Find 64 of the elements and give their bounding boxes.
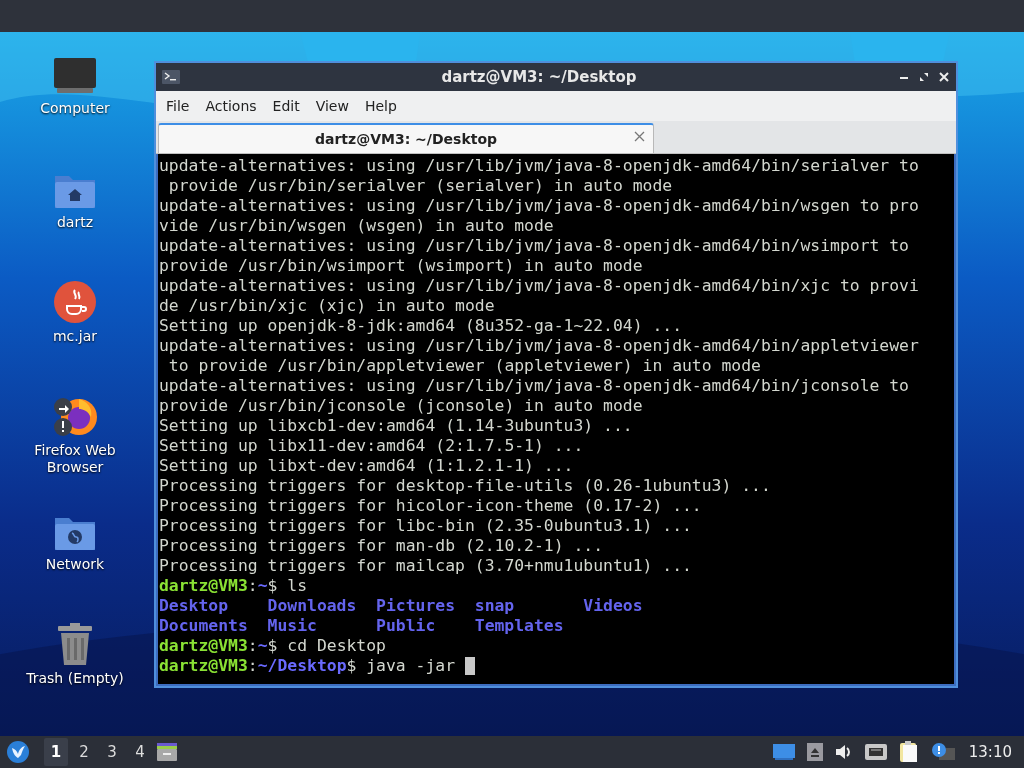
close-tab-icon[interactable] <box>634 131 645 142</box>
terminal-icon <box>162 70 180 84</box>
terminal-line: update-alternatives: using /usr/lib/jvm/java-8-openjdk-amd64/bin/jconsole to <box>159 376 909 396</box>
directory-name: Downloads <box>267 596 357 615</box>
terminal-line: update-alternatives: using /usr/lib/jvm/java-8-openjdk-amd64/bin/xjc to provi <box>159 276 919 296</box>
terminal-line: Processing triggers for libc-bin (2.35-0ubuntu3.1) ... <box>159 516 692 536</box>
terminal-line: dartz@VM3:~$ cd Desktop <box>159 636 386 656</box>
ethernet-icon[interactable] <box>864 744 887 760</box>
eject-icon[interactable] <box>806 743 823 761</box>
speaker-icon[interactable] <box>834 744 853 760</box>
directory-name: Templates <box>474 616 564 635</box>
menu-item[interactable]: File <box>160 95 196 117</box>
directory-name: Videos <box>583 596 643 615</box>
desktop-icon-label[interactable]: dartz <box>20 214 130 231</box>
close-icon[interactable] <box>938 71 950 83</box>
terminal-line: to provide /usr/bin/appletviewer (appletviewer) in auto mode <box>167 356 761 376</box>
java-cup-icon <box>53 280 97 324</box>
terminal-line: provide /usr/bin/serialver (serialver) in auto mode <box>167 176 673 196</box>
terminal-line: provide /usr/bin/jconsole (jconsole) in auto mode <box>159 396 643 416</box>
workspace-button[interactable]: 2 <box>72 738 96 766</box>
workspace-button[interactable]: 3 <box>100 738 124 766</box>
terminal-line: Setting up libxt-dev:amd64 (1:1.2.1-1) ... <box>159 456 574 476</box>
terminal-line: dartz@VM3:~$ ls <box>159 576 308 596</box>
clock: 13:10 <box>968 743 1012 761</box>
directory-name: Documents <box>159 616 248 635</box>
terminal-line: Setting up libxcb1-dev:amd64 (1.14-3ubuntu3) ... <box>159 416 633 436</box>
workspace-button[interactable]: 1 <box>44 738 68 766</box>
screen-icon[interactable] <box>772 744 795 760</box>
menu-item[interactable]: Actions <box>199 95 263 117</box>
directory-name: snap <box>474 596 515 615</box>
menu-item[interactable]: Edit <box>266 95 306 117</box>
terminal-line: dartz@VM3:~/Desktop$ java -jar <box>159 656 457 676</box>
monitor-icon <box>53 56 97 96</box>
directory-name: Music <box>267 616 317 635</box>
directory-name: Pictures <box>376 596 456 615</box>
terminal-line: Processing triggers for mailcap (3.70+nmu1ubuntu1) ... <box>159 556 692 576</box>
terminal-line: update-alternatives: using /usr/lib/jvm/java-8-openjdk-amd64/bin/wsgen to pro <box>159 196 919 216</box>
window-title: dartz@VM3: ~/Desktop <box>440 68 638 86</box>
clipboard-icon[interactable] <box>898 741 919 763</box>
desktop-icon-label[interactable]: Network <box>20 556 130 573</box>
file-drawer-icon[interactable] <box>156 742 178 762</box>
menu-item[interactable]: View <box>309 95 355 117</box>
desktop-icon-label[interactable]: mc.jar <box>20 328 130 345</box>
terminal-line: de /usr/bin/xjc (xjc) in auto mode <box>159 296 495 316</box>
terminal-line: update-alternatives: using /usr/lib/jvm/java-8-openjdk-amd64/bin/wsimport to <box>159 236 909 256</box>
maximize-icon[interactable] <box>918 71 930 83</box>
terminal-line: Processing triggers for hicolor-icon-theme (0.17-2) ... <box>159 496 702 516</box>
terminal-line: Processing triggers for man-db (2.10.2-1) ... <box>159 536 604 556</box>
trash-icon <box>56 622 94 666</box>
terminal-line: Setting up libx11-dev:amd64 (2:1.7.5-1) ... <box>159 436 584 456</box>
desktop-icon-label[interactable]: Trash (Empty) <box>20 670 130 687</box>
terminal-line: Setting up openjdk-8-jdk:amd64 (8u352-ga-1~22.04) ... <box>159 316 682 336</box>
workspace-button[interactable]: 4 <box>128 738 152 766</box>
terminal-line: Processing triggers for desktop-file-utils (0.26-1ubuntu3) ... <box>159 476 771 496</box>
directory-name: Desktop <box>159 596 229 615</box>
terminal-line: update-alternatives: using /usr/lib/jvm/java-8-openjdk-amd64/bin/appletviewer <box>159 336 919 356</box>
terminal-tab[interactable]: dartz@VM3: ~/Desktop <box>158 123 654 153</box>
notification-icon[interactable] <box>930 742 955 762</box>
terminal-line: vide /usr/bin/wsgen (wsgen) in auto mode <box>159 216 554 236</box>
menu-item[interactable]: Help <box>358 95 403 117</box>
directory-name: Public <box>376 616 436 635</box>
desktop-icon-label[interactable]: Firefox Web Browser <box>20 442 130 476</box>
terminal-line: provide /usr/bin/wsimport (wsimport) in auto mode <box>159 256 643 276</box>
terminal-line: update-alternatives: using /usr/lib/jvm/java-8-openjdk-amd64/bin/serialver to <box>159 156 919 176</box>
